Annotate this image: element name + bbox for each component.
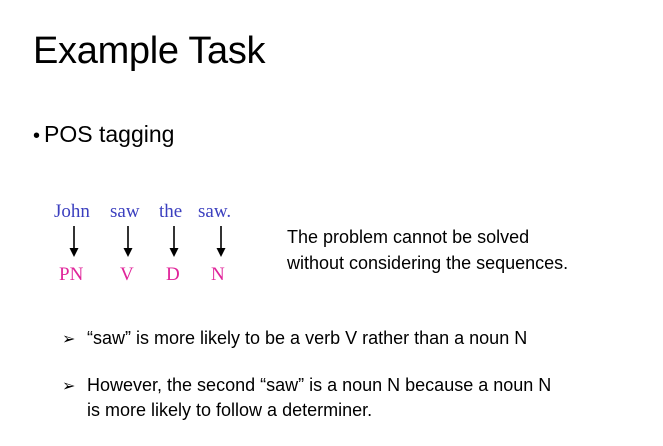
word-the: the [159, 201, 183, 222]
down-arrow-icon [69, 226, 79, 257]
point-text: However, the second “saw” is a noun N be… [87, 373, 551, 423]
arrow-bullet-icon: ➢ [62, 376, 76, 395]
down-arrow-icon [123, 226, 133, 257]
bullet-text: POS tagging [44, 121, 175, 147]
tag-pn: PN [59, 264, 84, 285]
point-line: However, the second “saw” is a noun N be… [87, 375, 552, 395]
word-john: John [54, 201, 90, 222]
note-line: The problem cannot be solved [287, 227, 530, 247]
point-line: “saw” is more likely to be a verb V rath… [87, 328, 528, 348]
note-line: without considering the sequences. [287, 253, 569, 273]
tag-n: N [211, 264, 225, 285]
point-text: “saw” is more likely to be a verb V rath… [87, 326, 527, 351]
tag-d: D [166, 264, 180, 285]
bullet-marker: • [33, 125, 41, 147]
down-arrow-icon [216, 226, 226, 257]
point-line: is more likely to follow a determiner. [87, 400, 373, 420]
bullet-pos-tagging: • POS tagging [33, 120, 174, 150]
word-saw: saw [110, 201, 140, 222]
word-saw-noun: saw. [198, 201, 232, 222]
slide: Example Task • POS tagging John saw the s… [0, 0, 663, 446]
slide-title: Example Task [33, 30, 266, 72]
arrow-bullet-icon: ➢ [62, 329, 76, 348]
sequence-note: The problem cannot be solved without con… [287, 224, 568, 276]
tag-v: V [120, 264, 134, 285]
down-arrow-icon [169, 226, 179, 257]
